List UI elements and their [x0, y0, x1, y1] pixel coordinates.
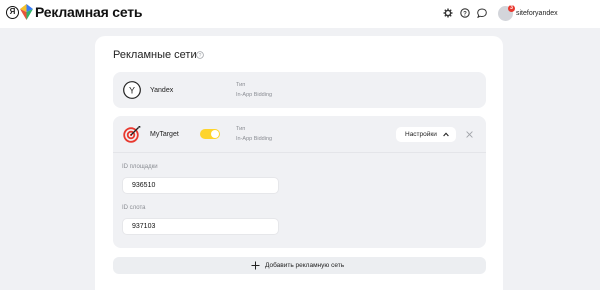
settings-button[interactable]: Настройки	[396, 127, 456, 142]
add-network-label: Добавить рекламную сеть	[265, 262, 345, 269]
app-title: Рекламная сеть	[35, 4, 143, 20]
chat-icon[interactable]	[477, 8, 487, 18]
svg-text:Y: Y	[129, 85, 135, 95]
type-value: In-App Bidding	[236, 136, 273, 142]
top-header: Я Рекламная сеть ? 3 siteforyandex	[0, 0, 600, 28]
settings-button-label: Настройки	[405, 131, 437, 138]
gear-icon[interactable]	[443, 8, 453, 18]
network-name: Yandex	[150, 87, 174, 94]
username[interactable]: siteforyandex	[516, 10, 558, 17]
network-row-mytarget: MyTarget Тип In-App Bidding Настройки ID…	[113, 116, 486, 248]
type-label: Тип	[236, 82, 246, 88]
chevron-up-icon	[443, 132, 449, 137]
placement-id-input[interactable]	[122, 177, 279, 194]
slot-id-input[interactable]	[122, 218, 279, 235]
notification-badge: 3	[508, 5, 515, 12]
plus-icon	[251, 261, 260, 270]
info-icon[interactable]: ?	[196, 51, 204, 59]
toggle-knob	[211, 130, 219, 138]
yandex-network-logo-icon: Y	[123, 81, 141, 99]
network-name: MyTarget	[150, 131, 179, 138]
svg-text:?: ?	[199, 53, 202, 59]
type-label: Тип	[236, 126, 246, 132]
add-network-button[interactable]: Добавить рекламную сеть	[113, 257, 486, 274]
placement-id-label: ID площадки	[122, 164, 158, 170]
help-icon[interactable]: ?	[460, 8, 470, 18]
network-row-yandex: Y Yandex Тип In-App Bidding	[113, 72, 486, 108]
type-value: In-App Bidding	[236, 92, 273, 98]
divider	[113, 152, 486, 153]
slot-id-label: ID слота	[122, 205, 146, 211]
section-title: Рекламные сети	[113, 49, 197, 61]
network-enabled-toggle[interactable]	[200, 129, 220, 139]
svg-text:?: ?	[463, 11, 467, 17]
ad-network-logo-icon	[20, 4, 33, 20]
close-icon[interactable]	[466, 131, 473, 138]
yandex-logo[interactable]: Я	[6, 6, 19, 19]
mytarget-logo-icon	[123, 126, 141, 143]
